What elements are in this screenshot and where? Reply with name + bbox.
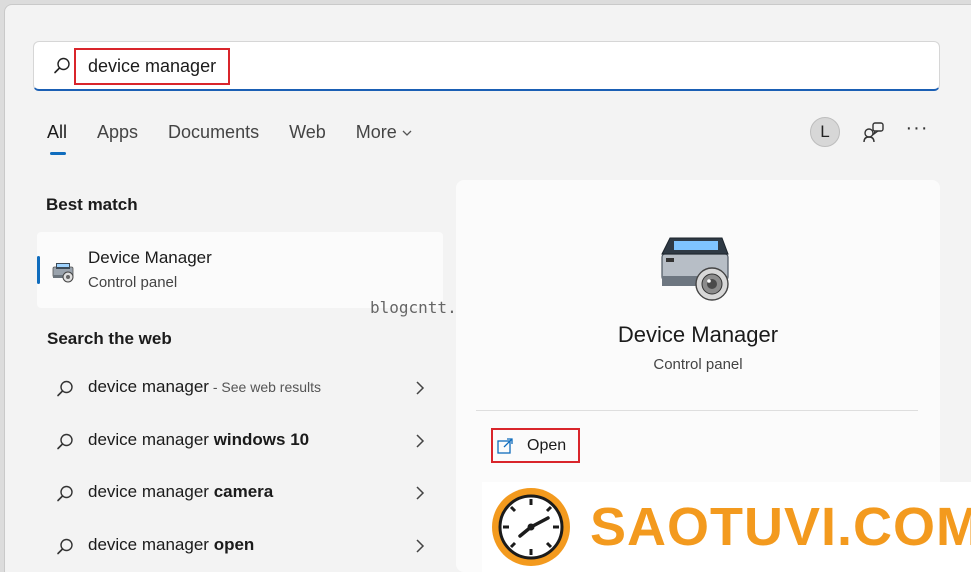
chevron-right-icon — [416, 539, 425, 553]
tab-web-label: Web — [289, 122, 326, 142]
web-result-bold: windows 10 — [213, 430, 310, 449]
web-result-bold: open — [213, 535, 255, 554]
web-result-query: device manager — [88, 377, 209, 396]
web-result-query: device manager — [88, 430, 214, 449]
search-web-heading: Search the web — [47, 329, 172, 348]
web-result[interactable]: device manager - See web results — [47, 369, 437, 409]
web-result[interactable]: device manager camera — [47, 474, 437, 514]
device-manager-icon — [52, 263, 74, 283]
device-manager-icon — [661, 237, 729, 301]
search-icon — [54, 57, 70, 74]
selection-indicator — [37, 256, 40, 284]
web-result-text: device manager camera — [88, 482, 273, 502]
search-box[interactable]: device manager — [33, 41, 940, 91]
tab-apps-label: Apps — [97, 122, 139, 142]
web-result-text: device manager - See web results — [88, 377, 321, 397]
detail-title: Device Manager — [617, 322, 779, 347]
chevron-right-icon — [416, 381, 425, 395]
more-options-icon[interactable]: ··· — [905, 118, 929, 142]
search-icon — [57, 380, 73, 397]
tab-documents[interactable]: Documents — [168, 122, 259, 143]
web-result[interactable]: device manager windows 10 — [47, 422, 437, 462]
web-result-query: device manager — [88, 535, 214, 554]
detail-subtitle: Control panel — [653, 356, 743, 373]
tab-more[interactable]: More — [356, 122, 413, 143]
tab-documents-label: Documents — [168, 122, 260, 142]
clock-logo-icon — [492, 488, 570, 566]
tab-all[interactable]: All — [47, 122, 68, 155]
search-icon — [57, 433, 73, 450]
open-button-label: Open — [527, 436, 567, 454]
tab-apps[interactable]: Apps — [97, 122, 138, 143]
best-match-item[interactable]: Device Manager Control panel — [37, 232, 443, 308]
tab-web[interactable]: Web — [289, 122, 326, 143]
web-result-suffix: - See web results — [208, 379, 322, 395]
brand-logo-text: SAOTUVI.COM — [590, 497, 971, 557]
open-button[interactable]: Open — [491, 428, 580, 463]
chevron-down-icon — [402, 130, 412, 137]
search-input[interactable]: device manager — [74, 48, 231, 85]
open-external-icon — [497, 437, 513, 454]
avatar[interactable]: L — [810, 117, 840, 147]
best-match-subtitle: Control panel — [88, 274, 178, 291]
filter-tabs: All Apps Documents Web More — [47, 122, 443, 155]
best-match-heading: Best match — [46, 195, 138, 214]
divider — [476, 410, 918, 411]
chevron-right-icon — [416, 434, 425, 448]
best-match-name: Device Manager — [88, 248, 212, 267]
tab-more-label: More — [355, 122, 397, 142]
web-result-bold: camera — [213, 482, 274, 501]
logo-banner: SAOTUVI.COM — [482, 482, 971, 572]
tab-all-label: All — [47, 122, 68, 142]
web-result[interactable]: device manager open — [47, 527, 437, 567]
web-result-text: device manager open — [88, 535, 254, 555]
search-icon — [57, 485, 73, 502]
chevron-right-icon — [416, 486, 425, 500]
web-result-text: device manager windows 10 — [88, 430, 309, 450]
web-result-query: device manager — [88, 482, 214, 501]
search-icon — [57, 538, 73, 555]
feedback-icon[interactable] — [861, 120, 885, 144]
